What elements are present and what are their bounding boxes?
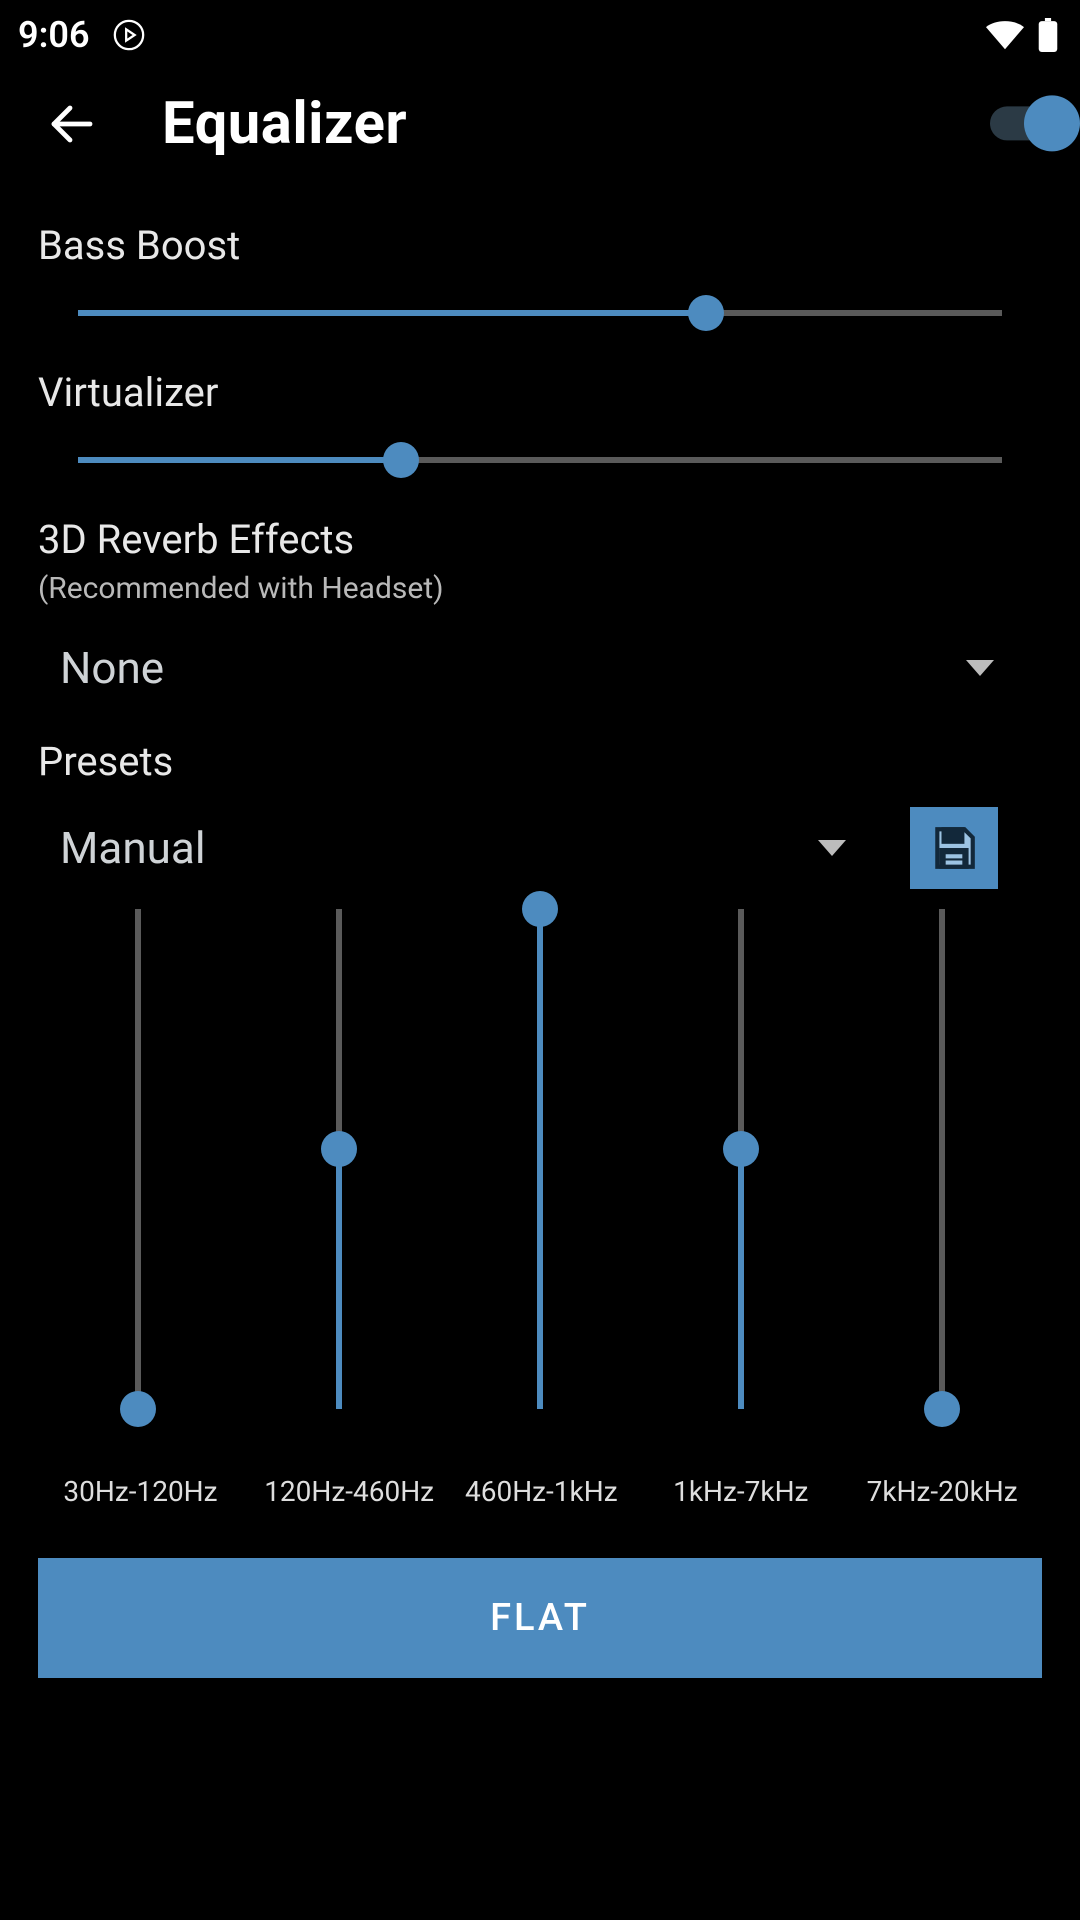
virtualizer-section: Virtualizer xyxy=(0,369,1080,482)
eq-band-slider[interactable] xyxy=(63,899,213,1419)
eq-band-slider[interactable] xyxy=(666,899,816,1419)
play-circle-icon xyxy=(112,18,146,52)
slider-thumb[interactable] xyxy=(924,1391,960,1427)
eq-band-label: 7kHz-20kHz xyxy=(867,1475,1017,1508)
eq-band-labels: 30Hz-120Hz 120Hz-460Hz 460Hz-1kHz 1kHz-7kHz… xyxy=(38,1475,1042,1508)
virtualizer-slider[interactable] xyxy=(78,438,1002,482)
eq-band-label: 120Hz-460Hz xyxy=(264,1475,414,1508)
eq-band-slider[interactable] xyxy=(465,899,615,1419)
preset-row: Manual xyxy=(38,807,1042,889)
chevron-down-icon xyxy=(818,840,846,856)
reverb-label: 3D Reverb Effects xyxy=(38,516,1042,563)
eq-bands xyxy=(38,899,1042,1439)
reverb-sublabel: (Recommended with Headset) xyxy=(38,571,1042,606)
back-button[interactable] xyxy=(42,94,102,154)
slider-fill xyxy=(738,1149,744,1409)
presets-label: Presets xyxy=(38,738,1042,785)
slider-thumb[interactable] xyxy=(688,295,724,331)
header: Equalizer xyxy=(0,70,1080,188)
slider-fill xyxy=(336,1149,342,1409)
presets-section: Presets Manual xyxy=(0,738,1080,889)
toggle-knob xyxy=(1024,95,1080,151)
status-right xyxy=(986,18,1058,52)
slider-fill xyxy=(78,310,706,316)
status-bar: 9:06 xyxy=(0,0,1080,70)
wifi-icon xyxy=(986,20,1024,50)
equalizer-toggle[interactable] xyxy=(980,95,1080,151)
eq-band-label: 460Hz-1kHz xyxy=(465,1475,615,1508)
battery-icon xyxy=(1038,18,1058,52)
eq-band-label: 30Hz-120Hz xyxy=(63,1475,213,1508)
eq-band-slider[interactable] xyxy=(264,899,414,1419)
slider-thumb[interactable] xyxy=(522,891,558,927)
slider-fill xyxy=(537,909,543,1409)
status-left: 9:06 xyxy=(18,14,146,56)
reverb-dropdown[interactable]: None xyxy=(38,632,1042,704)
slider-fill xyxy=(78,457,401,463)
virtualizer-label: Virtualizer xyxy=(38,369,1042,416)
slider-track xyxy=(135,909,141,1409)
save-preset-button[interactable] xyxy=(910,807,998,889)
slider-track xyxy=(939,909,945,1409)
chevron-down-icon xyxy=(966,660,994,676)
page-title: Equalizer xyxy=(162,90,407,158)
eq-band-label: 1kHz-7kHz xyxy=(666,1475,816,1508)
slider-thumb[interactable] xyxy=(321,1131,357,1167)
reverb-selected: None xyxy=(60,642,164,694)
preset-selected: Manual xyxy=(60,822,206,874)
status-time: 9:06 xyxy=(18,14,90,56)
flat-button-label: FLAT xyxy=(490,1596,590,1640)
bass-boost-slider[interactable] xyxy=(78,291,1002,335)
eq-band-slider[interactable] xyxy=(867,899,1017,1419)
save-icon xyxy=(929,823,979,873)
slider-thumb[interactable] xyxy=(723,1131,759,1167)
flat-button[interactable]: FLAT xyxy=(38,1558,1042,1678)
slider-thumb[interactable] xyxy=(120,1391,156,1427)
bass-boost-label: Bass Boost xyxy=(38,222,1042,269)
preset-dropdown[interactable]: Manual xyxy=(38,812,886,884)
slider-thumb[interactable] xyxy=(383,442,419,478)
eq-bands-area: 30Hz-120Hz 120Hz-460Hz 460Hz-1kHz 1kHz-7kHz… xyxy=(0,899,1080,1508)
bass-boost-section: Bass Boost xyxy=(0,222,1080,335)
reverb-section: 3D Reverb Effects (Recommended with Head… xyxy=(0,516,1080,704)
arrow-left-icon xyxy=(48,100,96,148)
